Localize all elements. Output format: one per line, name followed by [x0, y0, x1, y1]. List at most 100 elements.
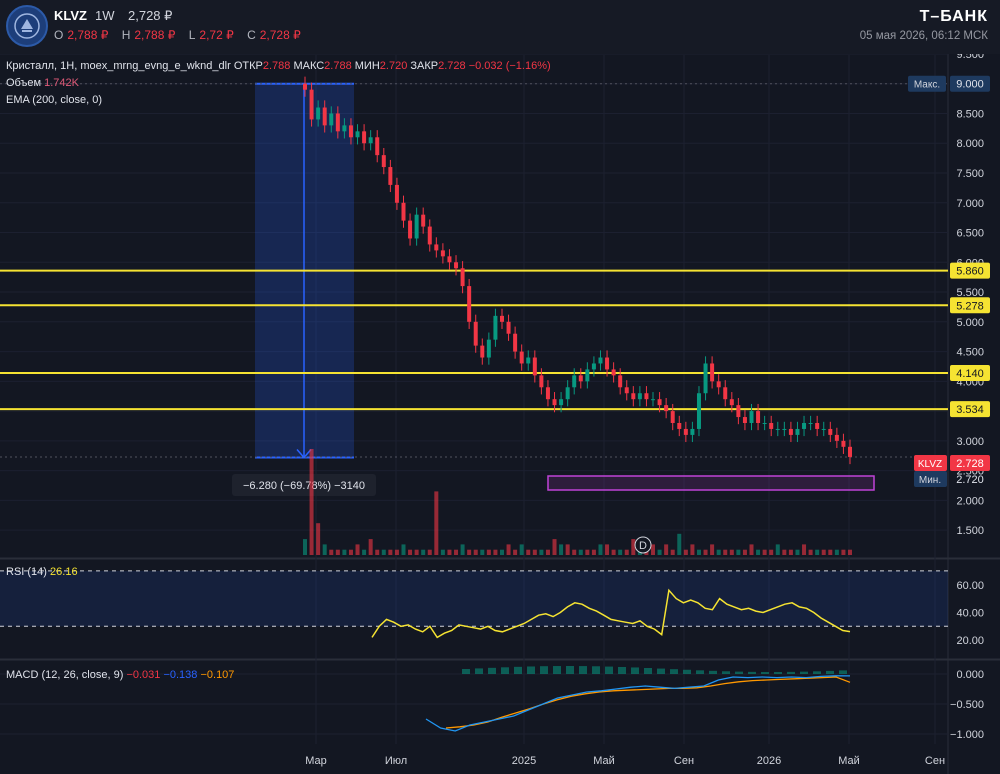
volume-bar: [322, 544, 327, 555]
volume-bar: [421, 549, 426, 555]
macd-histogram-bar: [540, 666, 548, 674]
volume-bar: [664, 544, 669, 555]
volume-bar: [815, 549, 820, 555]
candle-body: [742, 417, 747, 423]
macd-histogram-bar: [488, 667, 496, 674]
volume-bar: [381, 549, 386, 555]
candle-body: [637, 393, 642, 400]
y-tick-label: 3.000: [956, 436, 984, 448]
volume-bar: [408, 549, 413, 555]
max-value-label: 9.000: [956, 79, 984, 91]
candle-body: [802, 423, 807, 429]
candle-body: [467, 286, 472, 322]
volume-bar: [742, 549, 747, 555]
last-value-label: 2.728: [956, 458, 984, 470]
volume-bar: [559, 544, 564, 555]
candle-body: [480, 345, 485, 358]
macd-histogram-bar: [696, 670, 704, 674]
macd-histogram-bar: [735, 671, 743, 674]
ticker-symbol[interactable]: KLVZ: [54, 8, 87, 23]
candle-body: [408, 220, 413, 239]
last-ticker-label: KLVZ: [918, 459, 942, 470]
candle-body: [651, 399, 656, 401]
macd-legend[interactable]: MACD (12, 26, close, 9) −0.031 −0.138 −0…: [6, 669, 234, 681]
candle-body: [690, 428, 695, 435]
volume-bar: [795, 549, 800, 555]
candle-body: [375, 137, 380, 156]
volume-bar: [440, 549, 445, 555]
macd-histogram-bar: [566, 666, 574, 674]
y-tick-label: 9.500: [956, 54, 984, 61]
candle-body: [303, 83, 307, 90]
macd-histogram-bar: [839, 670, 847, 674]
macd-tick-label: 0.000: [956, 669, 984, 681]
level-tag-label: 5.278: [956, 300, 984, 312]
candle-body: [545, 387, 550, 400]
level-tag-label: 3.534: [956, 404, 984, 416]
candle-body: [348, 125, 353, 138]
volume-bar: [454, 549, 459, 555]
candle-body: [749, 411, 754, 423]
volume-bar: [309, 449, 314, 555]
candle-body: [591, 363, 596, 370]
volume-bar: [493, 549, 498, 555]
candle-body: [381, 155, 386, 168]
candle-body: [513, 333, 518, 352]
volume-bar: [467, 549, 472, 555]
candle-body: [355, 131, 360, 138]
volume-bar: [729, 549, 734, 555]
candle-body: [677, 423, 682, 429]
macd-histogram-bar: [592, 666, 600, 674]
candle-body: [578, 375, 583, 382]
candle-body: [539, 375, 544, 388]
rsi-legend[interactable]: RSI (14) 26.16: [6, 566, 78, 578]
volume-bar: [552, 539, 557, 555]
volume-bar: [788, 549, 793, 555]
volume-bar: [841, 549, 846, 555]
candle-body: [572, 375, 577, 388]
volume-bar: [611, 549, 616, 555]
macd-histogram-bar: [553, 666, 561, 674]
chart-canvas[interactable]: Мар Июл 2025 Май Сен 2026 Май Сен 9.500 9.000 8.50…: [0, 54, 1000, 774]
volume-bar: [696, 549, 701, 555]
candle-body: [821, 428, 826, 430]
volume-bar: [572, 549, 577, 555]
y-tick-label: 6.500: [956, 228, 984, 240]
y-tick-label: 5.500: [956, 287, 984, 299]
volume-bar: [769, 549, 774, 555]
ema-legend[interactable]: EMA (200, close, 0): [6, 94, 102, 106]
candle-body: [598, 357, 603, 364]
volume-bar: [657, 549, 662, 555]
broker-logo: Т–БАНК: [919, 8, 988, 25]
series-legend[interactable]: Кристалл, 1H, moex_mrng_evng_e_wknd_dlr …: [6, 60, 551, 72]
volume-bar: [565, 544, 570, 555]
macd-histogram-bar: [475, 668, 483, 674]
volume-bar: [362, 549, 367, 555]
volume-bar: [375, 549, 380, 555]
volume-bar: [447, 549, 452, 555]
macd-histogram-bar: [748, 671, 756, 674]
volume-bar: [499, 549, 504, 555]
candle-body: [762, 423, 767, 424]
candle-body: [427, 226, 432, 245]
volume-bar: [348, 549, 353, 555]
candle-body: [696, 393, 701, 429]
candle-body: [782, 428, 787, 430]
x-tick-label: Июл: [385, 755, 407, 767]
volume-bar: [539, 549, 544, 555]
volume-bar: [670, 549, 675, 555]
candle-body: [493, 315, 498, 340]
macd-histogram-bar: [657, 668, 665, 674]
volume-legend[interactable]: Объем 1.742K: [6, 77, 79, 89]
candle-body: [519, 351, 524, 364]
volume-bar: [677, 533, 682, 555]
timeframe-label[interactable]: 1W: [95, 8, 115, 23]
volume-bar: [802, 544, 807, 555]
x-tick-label: 2025: [512, 755, 536, 767]
volume-bar: [342, 549, 347, 555]
volume-bar: [591, 549, 596, 555]
volume-bar: [460, 544, 465, 555]
volume-bar: [723, 549, 728, 555]
volume-bar: [683, 549, 688, 555]
candle-body: [585, 369, 590, 382]
